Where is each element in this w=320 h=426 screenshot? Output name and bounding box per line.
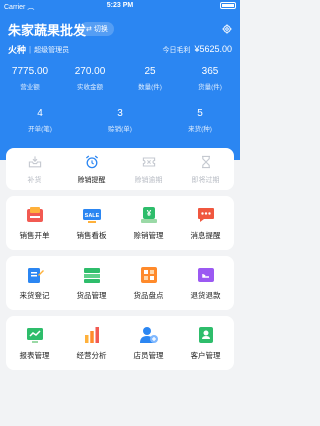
staff-icon [139,327,158,343]
svg-text:¥: ¥ [146,209,151,218]
status-time: 5:23 PM [106,2,134,9]
hourglass-icon [201,155,210,168]
switch-shop-button[interactable]: ⇄ 切换 [80,22,114,36]
tab-credit-reminder[interactable]: 赊销提醒 [63,148,120,190]
battery-icon [220,2,236,9]
user-info: 火种 | 超级管理员 [8,45,70,55]
analysis-icon [84,327,99,343]
ticket-icon [142,156,155,167]
switch-label: 切换 [93,26,108,33]
svg-text:SALE: SALE [84,213,99,219]
menu-credit-management[interactable]: ¥ 赊销管理 [120,196,177,250]
tab-restock[interactable]: 补货 [6,148,63,190]
gear-icon[interactable] [222,24,232,34]
stat-orders[interactable]: 4 开单(笔) [0,108,80,133]
menu-report-management[interactable]: 报表管理 [6,316,63,370]
message-icon [197,208,214,222]
menu-inventory-check[interactable]: 货品盘点 [120,256,177,310]
tab-credit-overdue[interactable]: 赊销逾期 [120,148,177,190]
swap-icon: ⇄ [86,26,92,33]
stat-quantity[interactable]: 25 数量(件) [120,66,180,91]
sales-menu: 销售开单 SALE 销售看板 ¥ 赊销管理 消息提醒 [6,196,234,250]
goods-icon [83,268,100,283]
stat-received[interactable]: 270.00 实收金额 [60,66,120,91]
menu-business-analysis[interactable]: 经营分析 [63,316,120,370]
gross-profit: 今日毛利 ¥5625.00 [162,44,232,55]
admin-menu: 报表管理 经营分析 店员管理 客户管理 [6,316,234,370]
gross-profit-label: 今日毛利 [162,47,191,54]
tab-expiring[interactable]: 即将过期 [177,148,234,190]
refund-icon [197,268,214,282]
menu-message-reminder[interactable]: 消息提醒 [177,196,234,250]
menu-return-refund[interactable]: 退货退款 [177,256,234,310]
inbox-icon [28,155,41,167]
alarm-clock-icon [85,155,98,168]
shop-title: 朱家蔬果批发 [8,23,87,38]
menu-goods-management[interactable]: 货品管理 [63,256,120,310]
sale-board-icon: SALE [82,209,101,223]
menu-sales-board[interactable]: SALE 销售看板 [63,196,120,250]
report-icon [26,328,43,343]
credit-icon: ¥ [140,207,157,223]
register-icon [27,268,44,283]
stat-revenue[interactable]: 7775.00 营业额 [0,66,60,91]
sales-order-icon [26,207,43,222]
stats-bottom-row: 4 开单(笔) 3 赊销(单) 5 来货(种) [0,108,240,133]
stat-credit[interactable]: 3 赊销(单) [80,108,160,133]
menu-staff-management[interactable]: 店员管理 [120,316,177,370]
menu-sales-order[interactable]: 销售开单 [6,196,63,250]
user-name: 火种 [8,45,27,55]
stat-incoming[interactable]: 5 来货(种) [160,108,240,133]
stats-top-row: 7775.00 营业额 270.00 实收金额 25 数量(件) 365 货量(件) [0,66,240,91]
header: Carrier ︵ 5:23 PM 朱家蔬果批发 ⇄ 切换 火种 | 超级管理员… [0,0,240,160]
stat-volume[interactable]: 365 货量(件) [180,66,240,91]
user-role: 超级管理员 [34,46,70,54]
inventory-icon [140,267,157,283]
customer-icon [198,327,213,343]
goods-menu: 来货登记 货品管理 货品盘点 退货退款 [6,256,234,310]
gross-profit-value: ¥5625.00 [194,44,232,54]
menu-customer-management[interactable]: 客户管理 [177,316,234,370]
menu-incoming-register[interactable]: 来货登记 [6,256,63,310]
reminder-tabs: 补货 赊销提醒 赊销逾期 即将过期 [6,148,234,190]
status-bar: Carrier ︵ 5:23 PM [0,0,240,12]
